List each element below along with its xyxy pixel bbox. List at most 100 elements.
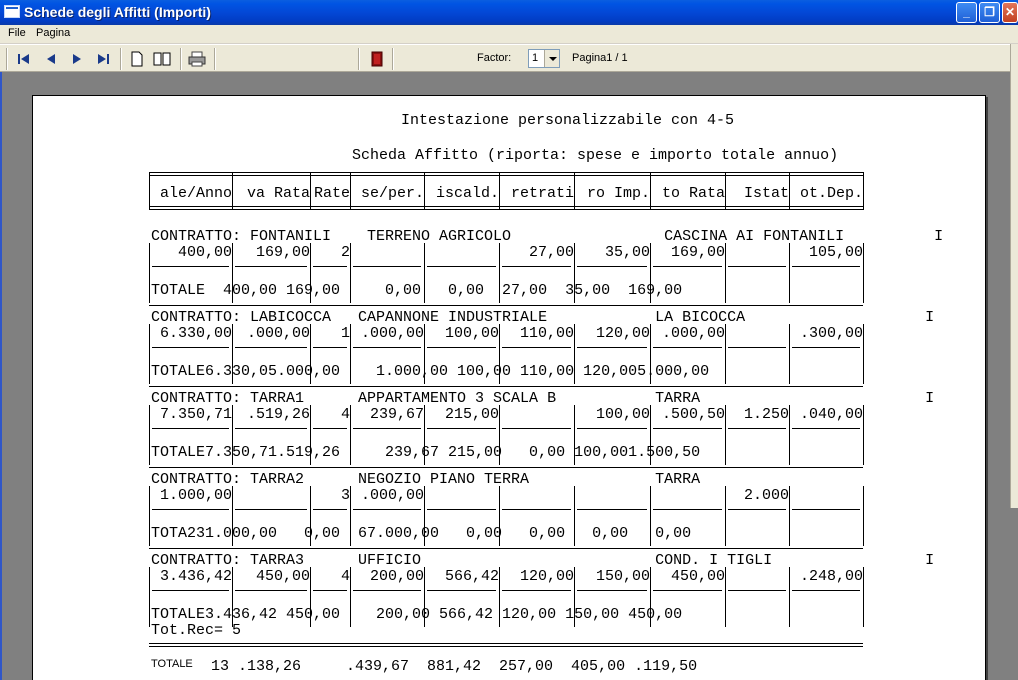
column-header: ale/Anno — [159, 186, 232, 202]
column-header: iscald. — [435, 186, 499, 202]
cell-rule — [427, 347, 496, 348]
contract-total: TOTALE3.436,42 450,00 200,00 566,42 120,… — [151, 606, 683, 623]
chevron-down-icon[interactable] — [544, 50, 559, 67]
block-bottom-rule — [149, 467, 863, 468]
column-divider — [350, 172, 351, 210]
factor-label: Factor: — [477, 52, 512, 64]
prev-page-icon[interactable] — [42, 50, 60, 68]
column-divider — [863, 486, 864, 546]
contract-value: 3 — [340, 487, 350, 504]
cell-rule — [577, 590, 647, 591]
cell-rule — [152, 590, 229, 591]
cell-rule — [353, 590, 421, 591]
cell-rule — [502, 590, 571, 591]
toolbar-separator — [358, 48, 360, 70]
factor-select[interactable]: 1 — [528, 49, 560, 68]
single-page-icon[interactable] — [128, 50, 146, 68]
contract-value: .519,26 — [246, 406, 310, 423]
column-divider — [789, 324, 790, 384]
cell-rule — [313, 266, 347, 267]
column-header: se/per. — [360, 186, 424, 202]
column-divider — [574, 172, 575, 210]
cell-rule — [152, 266, 229, 267]
cell-rule — [577, 266, 647, 267]
column-header: ro Imp. — [586, 186, 650, 202]
column-divider — [725, 243, 726, 303]
cell-rule — [792, 347, 860, 348]
cell-rule — [353, 266, 421, 267]
toolbar-separator — [214, 48, 216, 70]
column-divider — [863, 243, 864, 303]
column-divider — [310, 172, 311, 210]
column-divider — [789, 172, 790, 210]
cell-rule — [728, 590, 786, 591]
contract-value: 4 — [340, 568, 350, 585]
cell-rule — [313, 590, 347, 591]
column-divider — [149, 567, 150, 627]
cell-rule — [235, 590, 307, 591]
cell-rule — [792, 266, 860, 267]
cell-rule — [502, 266, 571, 267]
contract-value: 120,00 — [519, 568, 574, 585]
column-divider — [232, 172, 233, 210]
window-title: Schede degli Affitti (Importi) — [24, 4, 211, 20]
contract-value: 450,00 — [255, 568, 310, 585]
cell-rule — [653, 509, 722, 510]
window-border — [0, 72, 2, 680]
column-header: va Rata — [246, 186, 310, 202]
cell-rule — [502, 509, 571, 510]
title-bar: Schede degli Affitti (Importi) _ ❐ ✕ — [0, 0, 1018, 25]
column-divider — [789, 405, 790, 465]
contract-value: .500,50 — [661, 406, 725, 423]
column-divider — [499, 172, 500, 210]
last-page-icon[interactable] — [94, 50, 112, 68]
contract-value: 7.350,71 — [159, 406, 232, 423]
app-icon — [4, 5, 20, 18]
contract-value: 1.000,00 — [159, 487, 232, 504]
toolbar-separator — [120, 48, 122, 70]
exit-icon[interactable] — [368, 50, 386, 68]
menu-pagina[interactable]: Pagina — [36, 27, 70, 39]
contract-value: 120,00 — [595, 325, 650, 342]
toolbar: Factor: 1 Pagina1 / 1 — [0, 44, 1018, 72]
contract-value: 6.330,00 — [159, 325, 232, 342]
first-page-icon[interactable] — [15, 50, 33, 68]
two-pages-icon[interactable] — [153, 50, 171, 68]
cell-rule — [653, 590, 722, 591]
next-page-icon[interactable] — [68, 50, 86, 68]
contract-value: 4 — [340, 406, 350, 423]
contract-value: .000,00 — [661, 325, 725, 342]
contract-value: 27,00 — [528, 244, 574, 261]
cell-rule — [427, 428, 496, 429]
contract-value: 450,00 — [670, 568, 725, 585]
minimize-button[interactable]: _ — [956, 2, 977, 23]
cell-rule — [577, 428, 647, 429]
toolbar-separator — [392, 48, 394, 70]
cell-rule — [313, 347, 347, 348]
cell-rule — [792, 590, 860, 591]
contract-value: .040,00 — [799, 406, 863, 423]
header-bottom-rule — [149, 206, 863, 210]
column-divider — [725, 324, 726, 384]
report-header-line: Intestazione personalizzabile con 4-5 — [401, 112, 735, 129]
column-divider — [725, 405, 726, 465]
restore-button[interactable]: ❐ — [979, 2, 1000, 23]
column-divider — [424, 172, 425, 210]
column-divider — [650, 172, 651, 210]
page-indicator: Pagina1 / 1 — [572, 52, 628, 64]
column-divider — [725, 486, 726, 546]
toolbar-grip — [6, 48, 8, 70]
column-divider — [149, 172, 150, 210]
contract-value: 169,00 — [255, 244, 310, 261]
grand-total-values: 13 .138,26 .439,67 881,42 257,00 405,00 … — [211, 658, 698, 675]
print-icon[interactable] — [188, 50, 206, 68]
contract-total: TOTA231.000,00 0,00 67.000,00 0,00 0,00 … — [151, 525, 692, 542]
cell-rule — [235, 428, 307, 429]
contract-value: 2 — [340, 244, 350, 261]
vertical-scrollbar[interactable] — [1010, 44, 1018, 508]
contract-value: .000,00 — [246, 325, 310, 342]
contract-header: CONTRATTO: TARRA3 UFFICIO COND. I TIGLI … — [151, 552, 935, 569]
block-bottom-rule — [149, 548, 863, 549]
menu-file[interactable]: File — [8, 27, 26, 39]
close-button[interactable]: ✕ — [1002, 2, 1018, 23]
